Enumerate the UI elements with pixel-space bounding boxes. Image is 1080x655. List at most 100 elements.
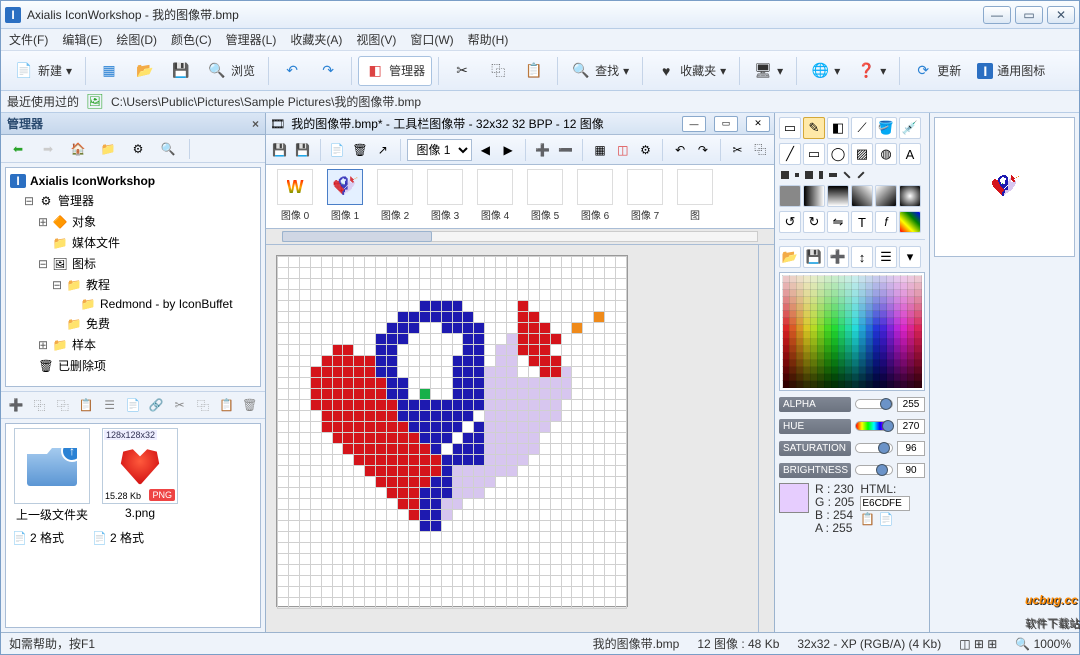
picker-tool[interactable]: 💉: [899, 117, 921, 139]
menu-help[interactable]: 帮助(H): [468, 31, 509, 48]
sat-slider[interactable]: SATURATION96: [779, 439, 925, 457]
file-item-fmt2[interactable]: 📄2 格式: [90, 527, 166, 548]
strip-item-3[interactable]: 图像 3: [420, 169, 470, 224]
expand-toggle[interactable]: ⊞: [38, 338, 48, 352]
canvas-vscroll[interactable]: [758, 245, 774, 632]
grad-d1[interactable]: [851, 185, 873, 207]
minimize-button[interactable]: —: [983, 6, 1011, 24]
fb-delete[interactable]: 🗑: [239, 394, 261, 416]
screen-button[interactable]: 🖥▾: [746, 56, 790, 86]
grad-radial[interactable]: [899, 185, 921, 207]
redo-button[interactable]: ↷: [311, 56, 345, 86]
color-palette[interactable]: [779, 272, 925, 391]
fb-copy[interactable]: ⿻: [28, 394, 50, 416]
brush-6[interactable]: [843, 171, 850, 178]
fb-copy2[interactable]: ⿻: [52, 394, 74, 416]
pencil-tool[interactable]: ✎: [803, 117, 825, 139]
html-color-input[interactable]: [860, 496, 910, 511]
doc-redo[interactable]: ↷: [693, 138, 713, 162]
pal-opts[interactable]: ▾: [899, 246, 921, 268]
doc-saveall[interactable]: 💾: [293, 138, 313, 162]
universal-button[interactable]: I通用图标: [970, 56, 1052, 86]
grad-d2[interactable]: [875, 185, 897, 207]
doc-newimg[interactable]: 📄: [327, 138, 347, 162]
menu-edit[interactable]: 编辑(E): [62, 31, 102, 48]
line-tool[interactable]: ╱: [779, 143, 801, 165]
brush-2[interactable]: [795, 173, 799, 177]
mgr-options-button[interactable]: ⚙: [125, 138, 151, 160]
pal-load[interactable]: 📂: [779, 246, 801, 268]
fb-cut[interactable]: ✂: [169, 394, 191, 416]
panel-close-button[interactable]: ×: [252, 117, 259, 131]
status-zoom[interactable]: 🔍 1000%: [1015, 637, 1071, 651]
image-select[interactable]: 图像 1: [407, 139, 472, 161]
mgr-fwd-button[interactable]: ➡: [35, 138, 61, 160]
text-tool2[interactable]: T: [851, 211, 873, 233]
copy-button[interactable]: ⿻: [481, 56, 515, 86]
doc-grid[interactable]: ▦: [590, 138, 610, 162]
mgr-back-button[interactable]: ⬅: [5, 138, 31, 160]
color-tool[interactable]: [899, 211, 921, 233]
expand-toggle[interactable]: ⊟: [38, 257, 48, 271]
file-browser[interactable]: ↑ 上一级文件夹 128x128x32 15.28 Kb PNG 3.png 📄…: [5, 423, 261, 628]
help-button[interactable]: ❓▾: [849, 56, 893, 86]
brush-7[interactable]: [857, 171, 864, 178]
strip-item-5[interactable]: 图像 5: [520, 169, 570, 224]
3d-rect-tool[interactable]: ▨: [851, 143, 873, 165]
alpha-slider[interactable]: ALPHA255: [779, 395, 925, 413]
expand-toggle[interactable]: ⊟: [24, 194, 34, 208]
menu-view[interactable]: 视图(V): [356, 31, 396, 48]
doc-maximize-button[interactable]: ▭: [714, 116, 738, 132]
eraser-tool[interactable]: ◧: [827, 117, 849, 139]
doc-save[interactable]: 💾: [270, 138, 290, 162]
menu-color[interactable]: 颜色(C): [171, 31, 212, 48]
pal-sort[interactable]: ↕: [851, 246, 873, 268]
fav-button[interactable]: ♥收藏夹▾: [649, 56, 733, 86]
strip-item-1[interactable]: 图像 1: [320, 169, 370, 224]
strip-hscroll[interactable]: [266, 229, 774, 245]
doc-copy[interactable]: ⿻: [750, 138, 770, 162]
image-strip[interactable]: W图像 0图像 1图像 2图像 3图像 4图像 5图像 6图像 7图: [266, 165, 774, 229]
open-button[interactable]: 📂: [128, 56, 162, 86]
close-button[interactable]: ✕: [1047, 6, 1075, 24]
doc-undo[interactable]: ↶: [670, 138, 690, 162]
pixel-canvas[interactable]: [276, 255, 628, 607]
3d-ellipse-tool[interactable]: ◍: [875, 143, 897, 165]
expand-toggle[interactable]: ⊞: [38, 215, 48, 229]
hue-slider[interactable]: HUE270: [779, 417, 925, 435]
mgr-folder-button[interactable]: 📁: [95, 138, 121, 160]
browse-button[interactable]: 🔍浏览: [200, 56, 262, 86]
doc-addframe[interactable]: ➕: [533, 138, 553, 162]
brush-3[interactable]: [805, 171, 813, 179]
cut-button[interactable]: ✂: [445, 56, 479, 86]
fill-tool[interactable]: 🪣: [875, 117, 897, 139]
pal-save[interactable]: 💾: [803, 246, 825, 268]
menu-manager[interactable]: 管理器(L): [226, 31, 277, 48]
update-button[interactable]: ⟳更新: [906, 56, 968, 86]
doc-export[interactable]: ↗: [373, 138, 393, 162]
maximize-button[interactable]: ▭: [1015, 6, 1043, 24]
rotate-cw[interactable]: ↻: [803, 211, 825, 233]
new-button[interactable]: 📄新建▾: [7, 56, 79, 86]
fb-list[interactable]: ☰: [98, 394, 120, 416]
menu-draw[interactable]: 绘图(D): [116, 31, 157, 48]
strip-item-8[interactable]: 图: [670, 169, 720, 224]
rotate-ccw[interactable]: ↺: [779, 211, 801, 233]
grad-v[interactable]: [827, 185, 849, 207]
rect-tool[interactable]: ▭: [803, 143, 825, 165]
fb-link[interactable]: 🔗: [145, 394, 167, 416]
text-tool[interactable]: A: [899, 143, 921, 165]
grid-icon-button[interactable]: ▦: [92, 56, 126, 86]
brush-5[interactable]: [829, 173, 837, 177]
canvas-area[interactable]: [266, 245, 758, 632]
strip-item-6[interactable]: 图像 6: [570, 169, 620, 224]
doc-prev[interactable]: ◀: [475, 138, 495, 162]
up-folder-item[interactable]: ↑ 上一级文件夹: [10, 428, 94, 523]
fx-tool[interactable]: f: [875, 211, 897, 233]
doc-minimize-button[interactable]: —: [682, 116, 706, 132]
flip-h[interactable]: ⇋: [827, 211, 849, 233]
color-swatch[interactable]: [779, 483, 809, 513]
pal-list[interactable]: ☰: [875, 246, 897, 268]
mgr-search-button[interactable]: 🔍: [155, 138, 181, 160]
grad-h[interactable]: [803, 185, 825, 207]
